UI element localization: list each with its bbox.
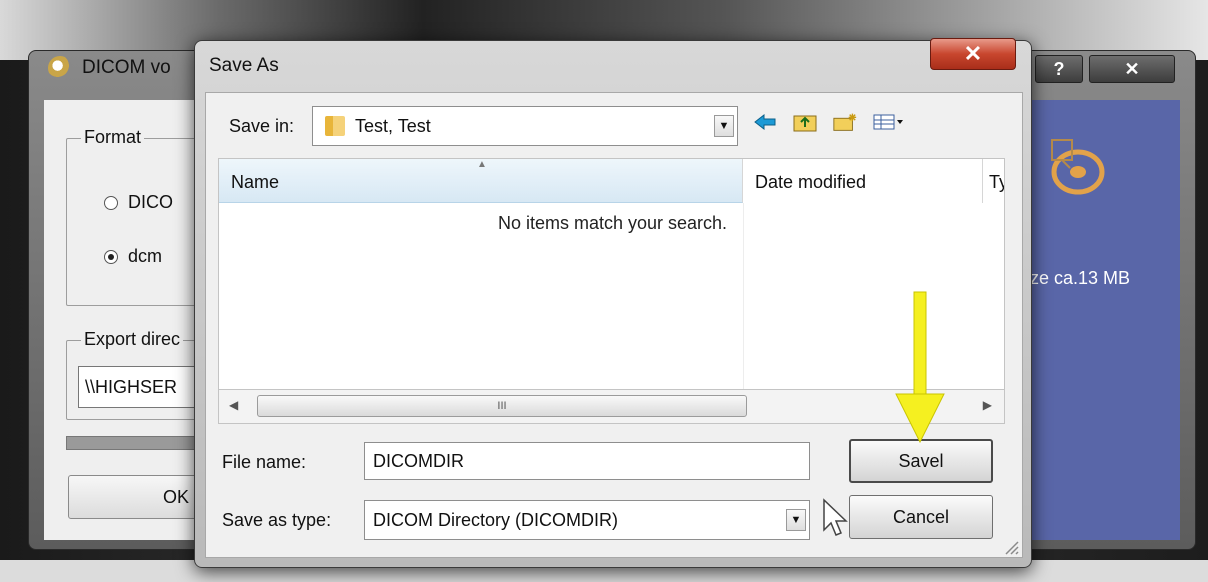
horizontal-scrollbar[interactable]: ◀ III ▶ xyxy=(218,390,1005,424)
file-name-input[interactable]: DICOMDIR xyxy=(364,442,810,480)
dialog-toolbar xyxy=(752,110,906,134)
dicom-window-title: DICOM vo xyxy=(82,57,171,78)
file-name-label: File name: xyxy=(222,452,307,472)
file-list[interactable]: Name Date modified Ty ▲ No items match y… xyxy=(218,158,1005,390)
dialog-title: Save As xyxy=(209,55,279,76)
format-legend: Format xyxy=(81,127,145,148)
back-arrow-icon[interactable] xyxy=(752,110,778,134)
dicom-window-titlebar: DICOM vo xyxy=(48,56,171,80)
disc-icon xyxy=(1051,139,1105,195)
save-as-type-combo[interactable]: DICOM Directory (DICOMDIR) ▼ xyxy=(364,500,810,540)
annotation-arrow-icon xyxy=(895,291,945,444)
radio-dcm-label: dcm xyxy=(128,246,163,266)
radio-dicomdir-label: DICO xyxy=(128,192,173,212)
empty-list-message: No items match your search. xyxy=(497,213,728,233)
resize-grip-icon[interactable] xyxy=(1000,536,1020,556)
export-directory-legend: Export direc xyxy=(81,329,184,350)
column-type[interactable]: Ty xyxy=(983,159,1004,203)
column-date-modified[interactable]: Date modified xyxy=(743,159,983,203)
ok-button[interactable]: OK xyxy=(68,475,204,519)
new-folder-icon[interactable] xyxy=(832,110,858,134)
file-list-header: Name Date modified Ty xyxy=(219,159,1004,203)
scroll-thumb[interactable]: III xyxy=(257,395,747,417)
radio-dicomdir-option[interactable]: DICO xyxy=(104,192,173,213)
folder-icon xyxy=(325,116,345,136)
dicom-app-icon xyxy=(48,56,72,80)
export-size-label: ze ca.13 MB xyxy=(1030,268,1131,288)
save-as-type-value: DICOM Directory (DICOMDIR) xyxy=(373,509,618,530)
mouse-cursor-icon xyxy=(823,498,848,536)
export-progress-bar xyxy=(66,436,204,450)
dicom-close-button[interactable]: ✕ xyxy=(1089,55,1175,83)
format-group: Format xyxy=(66,127,206,306)
chevron-down-icon[interactable]: ▼ xyxy=(786,509,806,531)
sort-ascending-icon: ▲ xyxy=(477,159,487,170)
dialog-close-button[interactable]: ✕ xyxy=(930,38,1016,70)
save-in-label: Save in: xyxy=(229,116,295,136)
radio-dcm[interactable] xyxy=(104,249,118,264)
up-folder-icon[interactable] xyxy=(792,110,818,134)
view-menu-icon[interactable] xyxy=(872,110,906,134)
scroll-right-icon[interactable]: ▶ xyxy=(983,398,992,412)
save-in-combo[interactable]: Test, Test ▼ xyxy=(312,106,738,146)
save-in-value: Test, Test xyxy=(355,115,431,136)
scroll-left-icon[interactable]: ◀ xyxy=(229,398,238,412)
help-button[interactable]: ? xyxy=(1035,55,1083,83)
chevron-down-icon[interactable]: ▼ xyxy=(714,115,734,137)
dicom-window-controls: ? ✕ xyxy=(1035,55,1175,83)
radio-dicomdir[interactable] xyxy=(104,195,118,210)
save-as-type-label: Save as type: xyxy=(222,510,332,530)
radio-dcm-option[interactable]: dcm xyxy=(104,246,162,267)
export-directory-input[interactable]: \\HIGHSER xyxy=(78,366,204,408)
cancel-button[interactable]: Cancel xyxy=(849,495,993,539)
